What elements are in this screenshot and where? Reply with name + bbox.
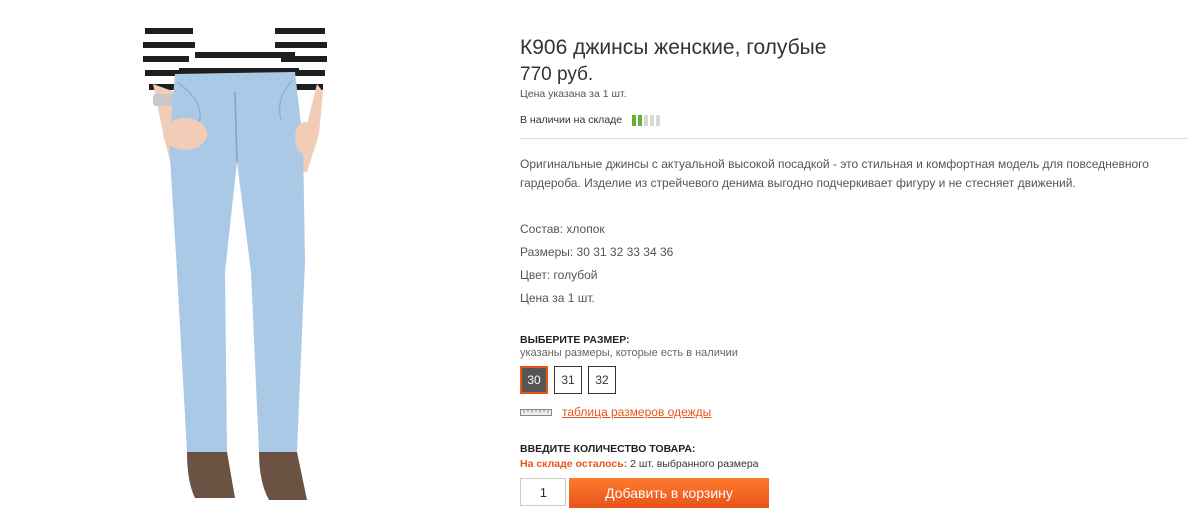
stock-bar [632,114,637,126]
size-option-30[interactable]: 30 [520,366,548,394]
size-options: 30 31 32 [520,366,616,394]
product-title: К906 джинсы женские, голубые [520,36,827,60]
product-photo[interactable] [135,22,335,506]
size-chart: таблица размеров одежды [520,405,711,419]
size-heading: ВЫБЕРИТЕ РАЗМЕР: [520,334,630,346]
stock-bar [644,114,649,126]
size-option-32[interactable]: 32 [588,366,616,394]
attr-color: Цвет: голубой [520,268,598,282]
jeans-image [143,22,327,500]
stock-bar [638,114,643,126]
attr-sizes: Размеры: 30 31 32 33 34 36 [520,245,674,259]
stock-level-indicator [632,114,661,126]
size-option-31[interactable]: 31 [554,366,582,394]
attr-price-per: Цена за 1 шт. [520,291,595,305]
quantity-input[interactable] [520,478,566,506]
stock-label: В наличии на складе [520,114,623,126]
stock-remaining-text: 2 шт. выбранного размера [627,458,759,470]
stock-bar [656,114,661,126]
product-description: Оригинальные джинсы с актуальной высокой… [520,157,1149,190]
stock-remaining-label: На складе осталось: [520,458,628,470]
product-price: 770 руб. [520,64,594,85]
attr-material: Состав: хлопок [520,222,605,236]
size-chart-link[interactable]: таблица размеров одежды [562,405,711,419]
size-hint: указаны размеры, которые есть в наличии [520,347,738,359]
divider [520,138,1188,139]
quantity-heading: ВВЕДИТЕ КОЛИЧЕСТВО ТОВАРА: [520,443,696,455]
stock-remaining: На складе осталось: 2 шт. выбранного раз… [520,458,759,470]
ruler-icon [520,408,552,416]
stock-status: В наличии на складе [520,114,661,126]
stock-bar [650,114,655,126]
price-note: Цена указана за 1 шт. [520,88,627,100]
add-to-cart-button[interactable]: Добавить в корзину [569,478,769,508]
